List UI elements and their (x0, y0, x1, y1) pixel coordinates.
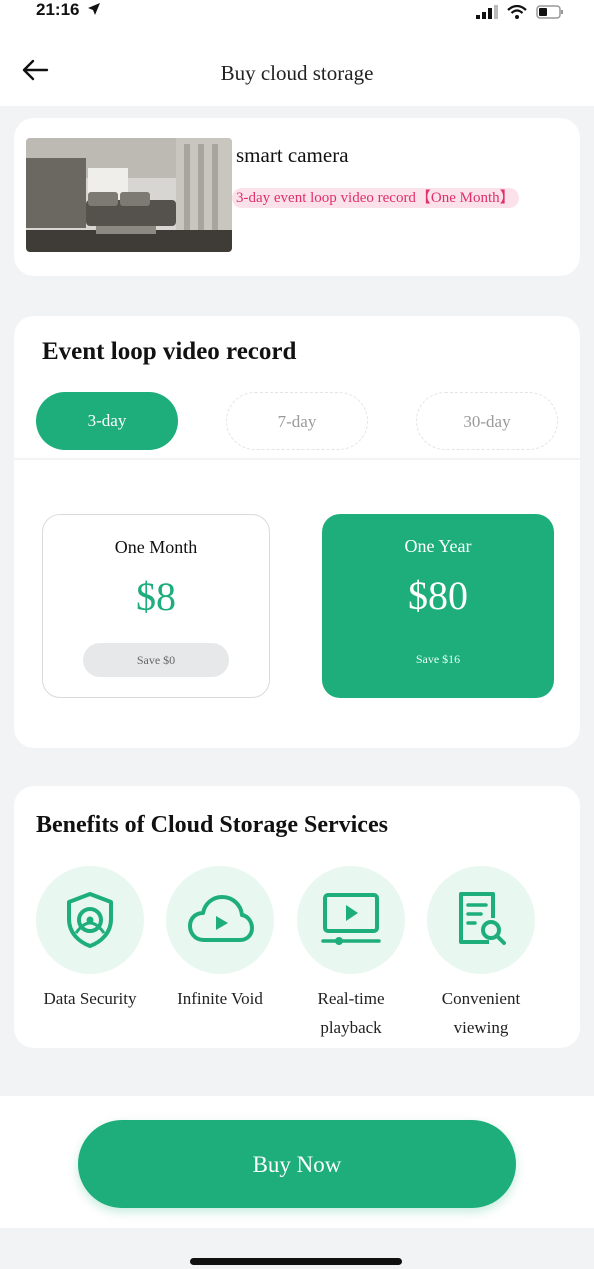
plan-label: One Month (114, 537, 198, 557)
plan-option-one-month[interactable]: One Month $8 Save $0 (42, 514, 270, 698)
benefit-label: Data Security (43, 989, 137, 1008)
benefit-infinite-void: Infinite Void (156, 866, 284, 1013)
plan-price: $80 (408, 573, 468, 618)
plan-section-title: Event loop video record (42, 338, 297, 365)
document-search-icon (459, 892, 506, 945)
status-bar: 21:16 (0, 0, 594, 34)
benefit-data-security: Data Security (26, 866, 154, 1013)
benefit-icon-circle (297, 866, 405, 974)
tab-30-day[interactable]: 30-day (416, 392, 558, 450)
home-indicator (190, 1258, 402, 1265)
bottom-action-bar: Buy Now (0, 1096, 594, 1228)
plan-savings-badge: Save $16 (415, 652, 461, 666)
tab-3-day[interactable]: 3-day (36, 392, 178, 450)
playback-screen-icon (321, 893, 381, 945)
location-arrow-icon (88, 3, 101, 15)
divider (14, 458, 580, 460)
status-time: 21:16 (36, 0, 101, 20)
signal-icon (476, 5, 498, 19)
product-plan-tag: 3-day event loop video record【One Month】 (232, 184, 564, 212)
benefit-label: Convenient viewing (441, 989, 521, 1037)
shield-icon (67, 892, 113, 948)
buy-now-button[interactable]: Buy Now (78, 1120, 516, 1208)
top-nav-bar: Buy cloud storage (0, 34, 594, 106)
plan-price: $8 (136, 574, 176, 619)
benefit-label: Real-time playback (317, 989, 385, 1037)
benefit-icon-circle (36, 866, 144, 974)
duration-tabs: 3-day 7-day 30-day (36, 392, 560, 452)
plan-label: One Year (404, 536, 472, 556)
plan-option-one-year[interactable]: One Year $80 Save $16 (322, 514, 554, 698)
plan-card: Event loop video record 3-day 7-day 30-d… (14, 316, 580, 748)
benefit-icon-circle (427, 866, 535, 974)
benefit-icon-circle (166, 866, 274, 974)
tab-7-day[interactable]: 7-day (226, 392, 368, 450)
product-name: smart camera (236, 143, 349, 167)
battery-icon (536, 5, 563, 19)
benefits-card: Benefits of Cloud Storage Services Data … (14, 786, 580, 1048)
cloud-play-icon (188, 895, 254, 942)
benefit-convenient-viewing: Convenient viewing (417, 866, 545, 1042)
benefit-label: Infinite Void (177, 989, 263, 1008)
product-card: smart camera 3-day event loop video reco… (14, 118, 580, 276)
benefits-title: Benefits of Cloud Storage Services (36, 812, 388, 838)
page-title: Buy cloud storage (220, 61, 374, 85)
plan-savings-badge: Save $0 (83, 643, 229, 677)
wifi-icon (507, 5, 527, 19)
product-image (26, 138, 232, 252)
status-icons (476, 5, 564, 19)
benefit-real-time-playback: Real-time playback (287, 866, 415, 1042)
